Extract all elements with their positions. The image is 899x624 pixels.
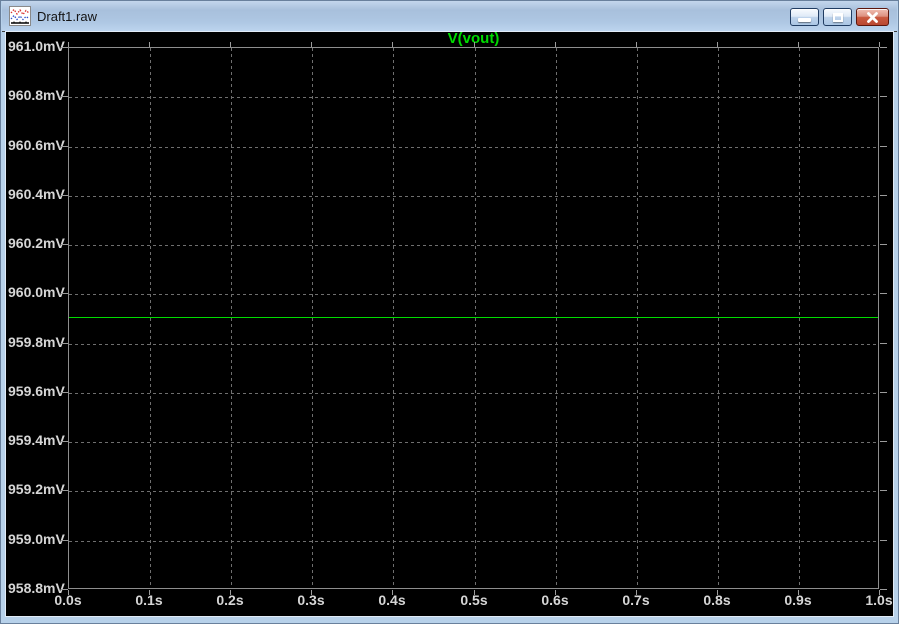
y-tick-label: 961.0mV <box>8 38 65 54</box>
titlebar[interactable]: Draft1.raw <box>2 1 897 32</box>
y-tick-label: 960.4mV <box>8 186 65 202</box>
x-tick-mark <box>636 42 637 47</box>
x-tick-mark <box>555 590 556 595</box>
x-tick-label: 1.0s <box>865 592 893 608</box>
close-button[interactable] <box>856 8 889 26</box>
gridline-x <box>637 48 638 588</box>
y-tick-mark <box>61 540 68 541</box>
gridline-x <box>556 48 557 588</box>
y-tick-label: 960.8mV <box>8 87 65 103</box>
gridline-x <box>231 48 232 588</box>
x-tick-mark <box>555 42 556 47</box>
y-tick-mark <box>61 392 68 393</box>
plot-grid[interactable] <box>68 47 879 589</box>
restore-button[interactable] <box>823 8 852 26</box>
y-tick-mark <box>880 195 887 196</box>
minimize-icon <box>798 17 811 22</box>
y-tick-mark <box>61 589 68 590</box>
x-tick-mark <box>68 42 69 47</box>
y-tick-label: 960.0mV <box>8 284 65 300</box>
y-tick-mark <box>880 47 887 48</box>
gridline-x <box>718 48 719 588</box>
y-tick-mark <box>61 195 68 196</box>
y-tick-mark <box>880 490 887 491</box>
gridline-y <box>69 294 878 295</box>
restore-icon <box>832 12 843 22</box>
y-tick-mark <box>61 490 68 491</box>
y-tick-label: 960.2mV <box>8 235 65 251</box>
close-icon <box>867 11 878 23</box>
gridline-y <box>69 245 878 246</box>
x-tick-mark <box>636 590 637 595</box>
x-tick-mark <box>392 590 393 595</box>
trace-vvout <box>69 317 878 318</box>
gridline-y <box>69 196 878 197</box>
gridline-x <box>799 48 800 588</box>
y-tick-mark <box>61 441 68 442</box>
y-tick-label: 960.6mV <box>8 137 65 153</box>
y-tick-label: 959.0mV <box>8 531 65 547</box>
gridline-x <box>475 48 476 588</box>
y-tick-mark <box>880 589 887 590</box>
gridline-x <box>393 48 394 588</box>
y-tick-mark <box>880 441 887 442</box>
y-tick-mark <box>880 146 887 147</box>
x-tick-mark <box>474 590 475 595</box>
x-tick-mark <box>798 590 799 595</box>
y-tick-mark <box>61 343 68 344</box>
gridline-y <box>69 147 878 148</box>
gridline-y <box>69 393 878 394</box>
x-tick-mark <box>311 590 312 595</box>
y-tick-mark <box>880 244 887 245</box>
y-tick-mark <box>61 244 68 245</box>
y-tick-label: 959.6mV <box>8 383 65 399</box>
x-tick-mark <box>230 590 231 595</box>
waveform-file-icon <box>9 6 31 26</box>
gridline-y <box>69 541 878 542</box>
gridline-y <box>69 97 878 98</box>
y-tick-mark <box>880 343 887 344</box>
gridline-x <box>150 48 151 588</box>
minimize-button[interactable] <box>790 8 819 26</box>
waveform-viewer-window: Draft1.raw V(vout) 961.0mV 960.8mV 960.6mV… <box>0 0 899 624</box>
y-tick-label: 959.4mV <box>8 432 65 448</box>
y-tick-label: 959.2mV <box>8 481 65 497</box>
gridline-y <box>69 491 878 492</box>
x-tick-mark <box>474 42 475 47</box>
x-tick-mark <box>879 42 880 47</box>
y-tick-label: 959.8mV <box>8 334 65 350</box>
y-tick-mark <box>61 293 68 294</box>
plot-pane[interactable]: V(vout) 961.0mV 960.8mV 960.6mV 960.4mV 960.… <box>5 31 894 617</box>
y-tick-mark <box>880 96 887 97</box>
x-tick-mark <box>798 42 799 47</box>
window-title: Draft1.raw <box>37 8 97 24</box>
x-tick-mark <box>879 590 880 595</box>
y-tick-mark <box>880 540 887 541</box>
y-tick-mark <box>61 96 68 97</box>
x-tick-mark <box>717 42 718 47</box>
x-tick-mark <box>68 590 69 595</box>
x-tick-mark <box>149 42 150 47</box>
y-tick-mark <box>880 392 887 393</box>
x-tick-mark <box>149 590 150 595</box>
gridline-y <box>69 344 878 345</box>
gridline-y <box>69 442 878 443</box>
window-controls <box>790 8 889 26</box>
gridline-x <box>312 48 313 588</box>
x-tick-mark <box>230 42 231 47</box>
x-tick-mark <box>311 42 312 47</box>
y-tick-mark <box>61 47 68 48</box>
y-tick-mark <box>61 146 68 147</box>
x-tick-mark <box>717 590 718 595</box>
x-tick-mark <box>392 42 393 47</box>
y-tick-mark <box>880 293 887 294</box>
